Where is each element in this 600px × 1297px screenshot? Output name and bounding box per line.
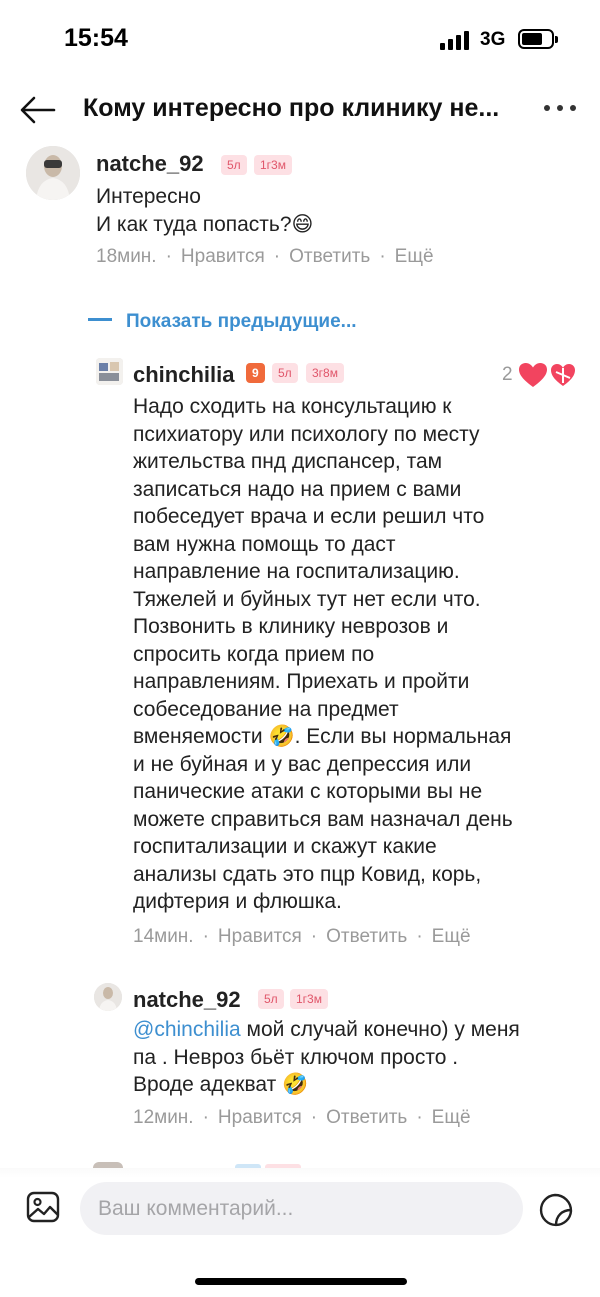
network-type: 3G <box>480 29 506 50</box>
tenure-badge: 1г3м <box>290 989 328 1009</box>
comment-line: собеседование на предмет <box>133 697 399 721</box>
reply-link[interactable]: Ответить <box>326 1107 407 1128</box>
reply-link[interactable]: Ответить <box>289 246 370 267</box>
page-title: Кому интересно про клинику не... <box>83 94 500 122</box>
comment-line: записаться надо на прием с вами <box>133 477 462 501</box>
comment-line: можете справиться вам назначал день <box>133 807 513 831</box>
reply-link[interactable]: Ответить <box>326 926 407 947</box>
reply-meta: 12мин. · Нравится · Ответить · Ещё <box>133 1107 471 1128</box>
status-bar: 15:54 3G <box>0 0 600 80</box>
comment-line: вменяемости 🤣. Если вы нормальная <box>133 725 512 748</box>
tenure-badge: 3г8м <box>306 363 344 383</box>
comment-line: анализы сдать это пцр Ковид, корь, <box>133 862 482 886</box>
comment-line: направление на госпитализацию. <box>133 560 460 583</box>
reply-username[interactable]: natche_92 <box>133 987 241 1013</box>
avatar[interactable] <box>94 983 122 1011</box>
reply-text: Надо сходить на консультацию к психиатору… <box>133 393 513 916</box>
comment-line-text: мой случай конечно) у меня <box>240 1018 520 1041</box>
comment-text: Интересно И как туда попасть?😄 <box>96 183 313 238</box>
comment-line: И как туда попасть?😄 <box>96 212 314 236</box>
comment-line: панические атаки с которыми вы не <box>133 780 483 803</box>
image-icon[interactable] <box>26 1190 60 1224</box>
status-time: 15:54 <box>64 24 128 52</box>
battery-icon <box>518 29 558 49</box>
comment-line: психиатору или психологу по месту <box>133 422 480 446</box>
heart-icon[interactable] <box>518 362 548 388</box>
header: Кому интересно про клинику не... <box>0 80 600 140</box>
years-badge: 5л <box>272 363 298 383</box>
comment-line: спросить когда прием по <box>133 642 375 666</box>
comment-username[interactable]: natche_92 <box>96 151 204 177</box>
comment-line: Надо сходить на консультацию к <box>133 395 452 418</box>
more-link[interactable]: Ещё <box>432 1107 471 1128</box>
comment-line: Вроде адекват 🤣 <box>133 1073 309 1096</box>
comment-input[interactable] <box>80 1182 523 1235</box>
comment-line: жительства пнд диспансер, там <box>133 450 443 473</box>
arrow-left-icon[interactable] <box>18 94 58 126</box>
comment-line: Позвонить в клинику неврозов и <box>133 615 449 638</box>
more-link[interactable]: Ещё <box>395 246 434 267</box>
more-link[interactable]: Ещё <box>432 926 471 947</box>
show-previous-label: Показать предыдущие... <box>126 311 357 332</box>
comment-line: Интересно <box>96 185 201 208</box>
comment-line: дифтерия и флюшка. <box>133 890 342 913</box>
like-link[interactable]: Нравится <box>181 246 265 267</box>
dash-icon <box>88 318 112 322</box>
comment-time: 14мин. <box>133 926 194 947</box>
comment-line: и не буйная и у вас депрессия или <box>133 752 472 776</box>
tenure-badge: 1г3м <box>254 155 292 175</box>
comment-line: госпитализации и скажут какие <box>133 835 437 858</box>
show-previous-button[interactable]: Показать предыдущие... <box>88 311 357 333</box>
comment-line: па . Невроз бьёт ключом просто . <box>133 1045 459 1069</box>
comment-time: 12мин. <box>133 1107 194 1128</box>
level-badge: 9 <box>246 363 265 383</box>
like-link[interactable]: Нравится <box>218 926 302 947</box>
comment-line: @chinchilia мой случай конечно) у меня <box>133 1016 520 1044</box>
reply-username[interactable]: chinchilia <box>133 362 234 388</box>
like-link[interactable]: Нравится <box>218 1107 302 1128</box>
signal-icon <box>440 30 470 50</box>
home-indicator <box>195 1278 407 1285</box>
avatar[interactable] <box>96 358 123 385</box>
reply-text: @chinchilia мой случай конечно) у меня п… <box>133 1016 520 1099</box>
reply-meta: 14мин. · Нравится · Ответить · Ещё <box>133 926 471 947</box>
comment-composer <box>0 1168 600 1297</box>
years-badge: 5л <box>221 155 247 175</box>
years-badge: 5л <box>258 989 284 1009</box>
comment-meta: 18мин. · Нравится · Ответить · Ещё <box>96 246 434 267</box>
comment-line: Тяжелей и буйных тут нет если что. <box>133 587 481 611</box>
more-horizontal-icon[interactable] <box>540 102 580 114</box>
mention-link[interactable]: @chinchilia <box>133 1018 241 1041</box>
comment-time: 18мин. <box>96 246 157 267</box>
avatar[interactable] <box>26 146 80 200</box>
comment-line: направлениям. Приехать и пройти <box>133 670 470 693</box>
gift-heart-icon[interactable] <box>550 363 576 387</box>
comment-line: вам нужна помощь то даст <box>133 532 396 556</box>
likes-count: 2 <box>502 364 513 385</box>
sticker-icon[interactable] <box>538 1192 574 1228</box>
comment-line: побеседует врача и если решил что <box>133 505 485 528</box>
